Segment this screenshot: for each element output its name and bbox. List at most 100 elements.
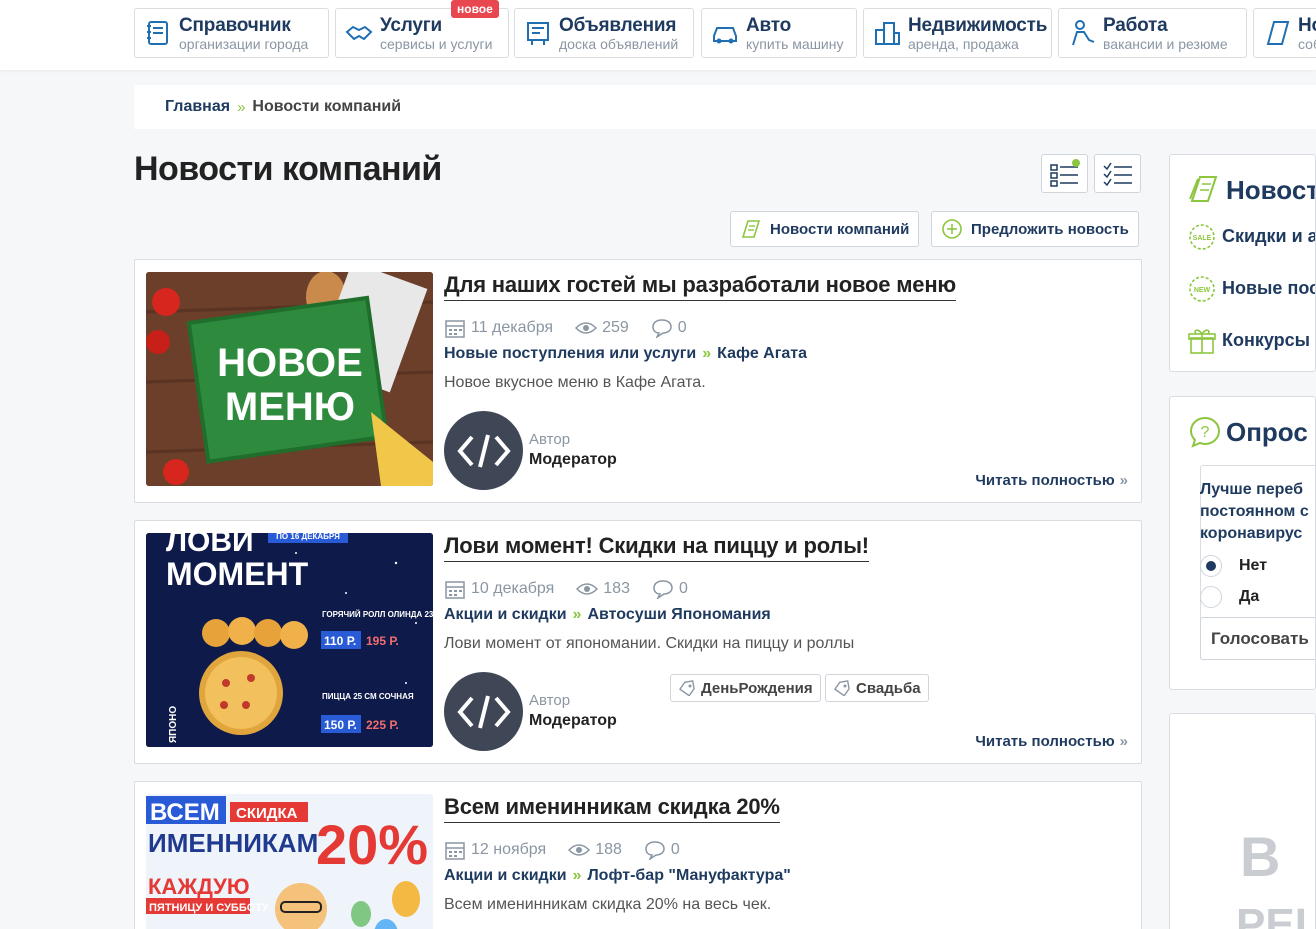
roll-price-old: 110 Р.: [324, 634, 356, 648]
author-avatar[interactable]: [444, 672, 523, 751]
news-title-link[interactable]: Для наших гостей мы разработали новое ме…: [444, 272, 956, 301]
author-label: Автор: [529, 431, 571, 448]
category-link[interactable]: Акции и скидки: [444, 867, 567, 885]
image-text-line3: КАЖДУЮ: [148, 874, 250, 899]
sale-badge-icon: SALE: [1189, 224, 1215, 250]
nav-jobs[interactable]: Работа вакансии и резюме: [1058, 8, 1247, 58]
pizza-price-old: 150 Р.: [324, 718, 357, 732]
company-news-button[interactable]: Новости компаний: [730, 211, 920, 247]
svg-text:SALE: SALE: [1193, 235, 1212, 242]
image-text-line1: НОВОЕ: [217, 341, 363, 385]
image-percent: 20%: [316, 813, 428, 876]
double-chevron-icon: »: [1119, 733, 1128, 750]
news-title-link[interactable]: Лови момент! Скидки на пиццу и ролы!: [444, 533, 869, 562]
nav-title: Услуги: [380, 14, 442, 36]
image-side-text: ЯПОНО: [168, 706, 179, 743]
news-date: 12 ноября: [471, 841, 547, 858]
news-image[interactable]: ЛОВИ МОМЕНТ ПО 16 ДЕКАБРЯ ГОРЯЧИЙ РОЛЛ О…: [146, 533, 433, 747]
plus-circle-icon: [942, 219, 962, 239]
poll-option-no-radio[interactable]: [1200, 555, 1222, 577]
sidebar-link-contests[interactable]: Конкурсы: [1222, 330, 1310, 351]
suggest-news-button[interactable]: Предложить новость: [931, 211, 1139, 247]
comment-icon: [653, 580, 673, 599]
eye-icon: [568, 844, 591, 856]
poll-option-no-label[interactable]: Нет: [1239, 557, 1267, 575]
tag-wedding[interactable]: Свадьба: [825, 674, 929, 702]
news-image[interactable]: ВСЕМ СКИДКА ИМЕННИКАМ 20% КАЖДУЮ ПЯТНИЦУ…: [146, 794, 433, 929]
author-avatar[interactable]: [444, 411, 523, 490]
roll-name: ГОРЯЧИЙ РОЛЛ ОЛИНДА 230 ГР.: [322, 610, 433, 619]
nav-ads[interactable]: Объявления доска объявлений: [514, 8, 694, 58]
read-more-link[interactable]: Читать полностью»: [975, 472, 1128, 489]
vote-button[interactable]: Голосовать: [1200, 617, 1315, 660]
company-link[interactable]: Лофт-бар "Мануфактура": [587, 867, 790, 885]
tag-label: Свадьба: [856, 679, 921, 697]
nav-realty[interactable]: Недвижимость аренда, продажа: [863, 8, 1052, 58]
author-name[interactable]: Модератор: [529, 712, 617, 730]
author-name[interactable]: Модератор: [529, 451, 617, 469]
nav-title: Но: [1298, 14, 1316, 36]
news-comments: 0: [677, 319, 687, 336]
company-link[interactable]: Кафе Агата: [717, 345, 807, 363]
newspaper-icon: [1189, 176, 1218, 202]
news-comments: 0: [670, 841, 680, 858]
author-label: Автор: [529, 692, 571, 709]
category-link[interactable]: Новые поступления или услуги: [444, 345, 696, 363]
news-views: 183: [603, 580, 630, 597]
chevron-right-icon: »: [237, 98, 246, 116]
eye-icon: [576, 583, 599, 595]
nav-title: Справочник: [179, 14, 291, 36]
sidebar-link-new[interactable]: Новые пос: [1222, 278, 1315, 299]
nav-auto[interactable]: Авто купить машину: [701, 8, 857, 58]
eye-icon: [575, 322, 598, 334]
ad-text-line2: РЕЦ: [1236, 900, 1315, 929]
tag-birthday[interactable]: ДеньРождения: [670, 674, 821, 702]
roll-price-new: 195 Р.: [366, 634, 399, 648]
category-link[interactable]: Акции и скидки: [444, 606, 567, 624]
image-ribbon-text: ПО 16 ДЕКАБРЯ: [276, 533, 340, 541]
news-meta: 12 ноября 188 0: [444, 840, 702, 860]
calendar-icon: [445, 842, 465, 860]
ad-banner[interactable]: В РЕЦ: [1169, 713, 1316, 929]
breadcrumb-current: Новости компаний: [252, 98, 402, 115]
tag-icon: [833, 680, 850, 696]
comment-icon: [645, 841, 665, 860]
book-icon: [147, 21, 168, 45]
news-excerpt: Всем именинникам скидка 20% на весь чек.: [444, 896, 772, 913]
code-icon: [456, 434, 511, 467]
breadcrumb: Главная » Новости компаний: [134, 85, 1316, 129]
newspaper-icon: [741, 220, 761, 238]
nav-subtitle: сервисы и услуги: [380, 35, 493, 52]
news-excerpt: Лови момент от япономании. Скидки на пиц…: [444, 635, 855, 652]
poll-option-yes-label[interactable]: Да: [1239, 588, 1259, 606]
news-date: 10 декабря: [471, 580, 555, 597]
news-title-link[interactable]: Всем именинникам скидка 20%: [444, 794, 780, 823]
new-badge-icon: NEW: [1189, 276, 1215, 302]
promo-illustration: ЛОВИ МОМЕНТ ПО 16 ДЕКАБРЯ ГОРЯЧИЙ РОЛЛ О…: [146, 533, 433, 747]
handshake-icon: [345, 25, 373, 41]
poll-question-line: коронавирус: [1200, 525, 1303, 542]
poll-question-line: постоянном с: [1200, 503, 1309, 520]
news-date: 11 декабря: [471, 319, 554, 336]
list-view-button[interactable]: [1041, 154, 1088, 193]
question-icon: ?: [1189, 416, 1221, 448]
nav-directory[interactable]: Справочник организации города: [134, 8, 329, 58]
code-icon: [456, 695, 511, 728]
image-text-line4: ПЯТНИЦУ И СУББОТУ: [149, 902, 269, 914]
news-image[interactable]: НОВОЕ МЕНЮ: [146, 272, 433, 486]
gift-icon: [1188, 329, 1216, 354]
sidebar-news-box: Новост SALE Скидки и а NEW Новые пос Кон…: [1169, 154, 1316, 372]
read-more-link[interactable]: Читать полностью»: [975, 733, 1128, 750]
poll-question-line: Лучше переб: [1200, 481, 1303, 498]
breadcrumb-home[interactable]: Главная: [165, 98, 230, 116]
poll-option-yes-radio[interactable]: [1200, 586, 1222, 608]
checklist-view-button[interactable]: [1094, 154, 1141, 193]
nav-title: Недвижимость: [908, 14, 1048, 36]
company-link[interactable]: Автосуши Япономания: [587, 606, 770, 624]
nav-news[interactable]: Нособ: [1253, 8, 1316, 58]
sidebar-link-discounts[interactable]: Скидки и а: [1222, 226, 1315, 247]
nav-title: Работа: [1103, 14, 1168, 36]
birthday-promo-illustration: ВСЕМ СКИДКА ИМЕННИКАМ 20% КАЖДУЮ ПЯТНИЦУ…: [146, 794, 433, 929]
car-icon: [713, 27, 737, 44]
news-views: 259: [602, 319, 629, 336]
